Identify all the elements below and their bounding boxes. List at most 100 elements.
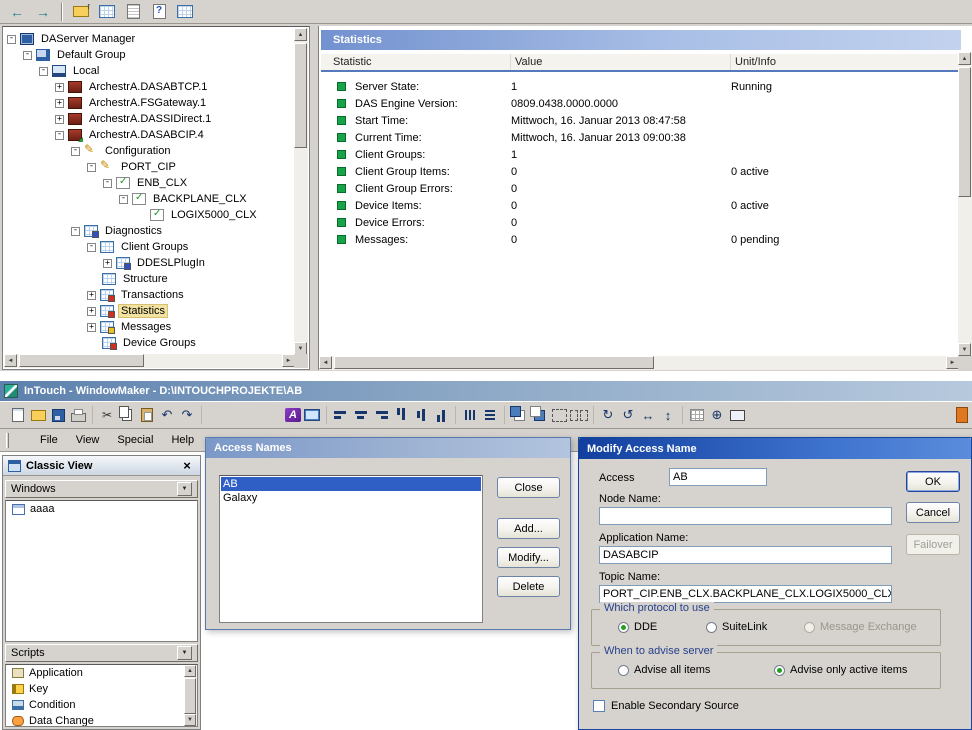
collapse-icon[interactable]	[39, 67, 48, 76]
scroll-thumb[interactable]	[184, 678, 196, 714]
collapse-icon[interactable]	[55, 131, 64, 140]
column-header-statistic[interactable]: Statistic	[321, 54, 511, 70]
topic-name-input[interactable]: PORT_CIP.ENB_CLX.BACKPLANE_CLX.LOGIX5000…	[599, 585, 892, 603]
collapse-icon[interactable]	[71, 227, 80, 236]
script-item-condition[interactable]: Condition	[6, 697, 197, 713]
tree-item-dassidirect[interactable]: ArchestrA.DASSIDirect.1	[5, 111, 291, 127]
rotate-cw-icon[interactable]	[598, 406, 618, 424]
stats-row-client-group-errors[interactable]: Client Group Errors:0	[321, 180, 961, 197]
menu-special[interactable]: Special	[108, 431, 162, 449]
script-item-data-change[interactable]: Data Change	[6, 713, 197, 727]
ok-button[interactable]: OK	[906, 471, 960, 492]
expand-icon[interactable]	[55, 115, 64, 124]
expand-icon[interactable]	[87, 323, 96, 332]
stats-row-start-time[interactable]: Start Time:Mittwoch, 16. Januar 2013 08:…	[321, 112, 961, 129]
radio-advise-only-active-items[interactable]: Advise only active items	[774, 664, 907, 676]
tree-item-diagnostics[interactable]: Diagnostics	[5, 223, 291, 239]
stats-vertical-scrollbar[interactable]: ▲ ▼	[958, 52, 972, 356]
stats-row-device-errors[interactable]: Device Errors:0	[321, 214, 961, 231]
columns-icon[interactable]	[172, 2, 198, 22]
tree-item-structure[interactable]: Structure	[5, 271, 291, 287]
tree-item-backplane-clx[interactable]: BACKPLANE_CLX	[5, 191, 291, 207]
zoom-icon[interactable]	[707, 406, 727, 424]
scroll-down-icon[interactable]: ▼	[184, 714, 196, 726]
script-item-application[interactable]: Application	[6, 665, 197, 681]
tree-item-daserver-manager[interactable]: DAServer Manager	[5, 31, 291, 47]
scroll-up-icon[interactable]: ▲	[294, 28, 307, 41]
collapse-icon[interactable]	[23, 51, 32, 60]
properties-form-icon[interactable]	[120, 2, 146, 22]
tree-item-messages[interactable]: Messages	[5, 319, 291, 335]
wonderware-logo-icon[interactable]	[284, 406, 302, 424]
cancel-button[interactable]: Cancel	[906, 502, 960, 523]
collapse-icon[interactable]	[7, 35, 16, 44]
redo-icon[interactable]	[177, 406, 197, 424]
print-icon[interactable]	[68, 406, 88, 424]
bring-to-front-icon[interactable]	[509, 406, 529, 424]
copy-icon[interactable]	[117, 406, 137, 424]
modify-button[interactable]: Modify...	[497, 547, 560, 568]
tree-item-dasabcip[interactable]: ArchestrA.DASABCIP.4	[5, 127, 291, 143]
stats-row-das-engine-version[interactable]: DAS Engine Version:0809.0438.0000.0000	[321, 95, 961, 112]
tree-item-logix5000-clx[interactable]: LOGIX5000_CLX	[5, 207, 291, 223]
stats-row-messages[interactable]: Messages:00 pending	[321, 231, 961, 248]
tree-item-transactions[interactable]: Transactions	[5, 287, 291, 303]
menu-help[interactable]: Help	[162, 431, 203, 449]
tree-item-configuration[interactable]: Configuration	[5, 143, 291, 159]
scroll-thumb[interactable]	[334, 356, 654, 369]
tree-vertical-scrollbar[interactable]: ▲ ▼	[294, 28, 308, 355]
up-one-level-icon[interactable]	[68, 2, 94, 22]
scroll-thumb[interactable]	[958, 67, 971, 197]
tree-item-default-group[interactable]: Default Group	[5, 47, 291, 63]
scroll-thumb[interactable]	[19, 354, 144, 367]
stats-row-server-state[interactable]: Server State:1Running	[321, 78, 961, 95]
application-name-input[interactable]: DASABCIP	[599, 546, 892, 564]
add-button[interactable]: Add...	[497, 518, 560, 539]
stats-row-client-group-items[interactable]: Client Group Items:00 active	[321, 163, 961, 180]
access-name-item[interactable]: Galaxy	[221, 491, 481, 505]
expand-icon[interactable]	[103, 259, 112, 268]
align-left-icon[interactable]	[331, 406, 351, 424]
toolbar-overflow-icon[interactable]	[956, 407, 968, 423]
paste-icon[interactable]	[137, 406, 157, 424]
scripts-vertical-scrollbar[interactable]: ▲ ▼	[184, 665, 197, 726]
runtime-icon[interactable]	[302, 406, 322, 424]
tree-item-statistics[interactable]: Statistics	[5, 303, 291, 319]
tree-item-local[interactable]: Local	[5, 63, 291, 79]
tree-item-port-cip[interactable]: PORT_CIP	[5, 159, 291, 175]
menu-view[interactable]: View	[67, 431, 109, 449]
tree-item-fsgateway[interactable]: ArchestrA.FSGateway.1	[5, 95, 291, 111]
align-top-icon[interactable]	[391, 406, 411, 424]
chevron-down-icon[interactable]: ▼	[177, 482, 192, 496]
window-list-item[interactable]: aaaa	[6, 501, 197, 517]
align-bottom-icon[interactable]	[431, 406, 451, 424]
space-horizontal-icon[interactable]	[460, 406, 480, 424]
close-icon[interactable]: ×	[179, 458, 195, 473]
scroll-left-icon[interactable]: ◄	[319, 356, 332, 369]
scroll-up-icon[interactable]: ▲	[184, 665, 196, 677]
radio-dde[interactable]: DDE	[618, 621, 657, 633]
back-icon[interactable]: ←	[4, 2, 30, 22]
expand-icon[interactable]	[55, 83, 64, 92]
expand-icon[interactable]	[87, 291, 96, 300]
cut-icon[interactable]	[97, 406, 117, 424]
access-names-titlebar[interactable]: Access Names	[206, 438, 570, 458]
stats-row-current-time[interactable]: Current Time:Mittwoch, 16. Januar 2013 0…	[321, 129, 961, 146]
menu-file[interactable]: File	[31, 431, 67, 449]
collapse-icon[interactable]	[71, 147, 80, 156]
collapse-icon[interactable]	[103, 179, 112, 188]
tree-horizontal-scrollbar[interactable]: ◄ ►	[4, 354, 295, 368]
scroll-thumb[interactable]	[294, 43, 307, 148]
space-vertical-icon[interactable]	[480, 406, 500, 424]
tree-item-ddeslplugin[interactable]: DDESLPlugIn	[5, 255, 291, 271]
enable-secondary-source-option[interactable]: Enable Secondary Source	[593, 700, 739, 712]
flip-vertical-icon[interactable]	[658, 406, 678, 424]
full-screen-icon[interactable]	[727, 406, 747, 424]
access-input[interactable]: AB	[669, 468, 767, 486]
forward-icon[interactable]: →	[30, 2, 56, 22]
scroll-up-icon[interactable]: ▲	[958, 52, 971, 65]
modify-access-name-titlebar[interactable]: Modify Access Name	[579, 438, 971, 459]
tree-item-enb-clx[interactable]: ENB_CLX	[5, 175, 291, 191]
rotate-ccw-icon[interactable]	[618, 406, 638, 424]
expand-icon[interactable]	[87, 307, 96, 316]
